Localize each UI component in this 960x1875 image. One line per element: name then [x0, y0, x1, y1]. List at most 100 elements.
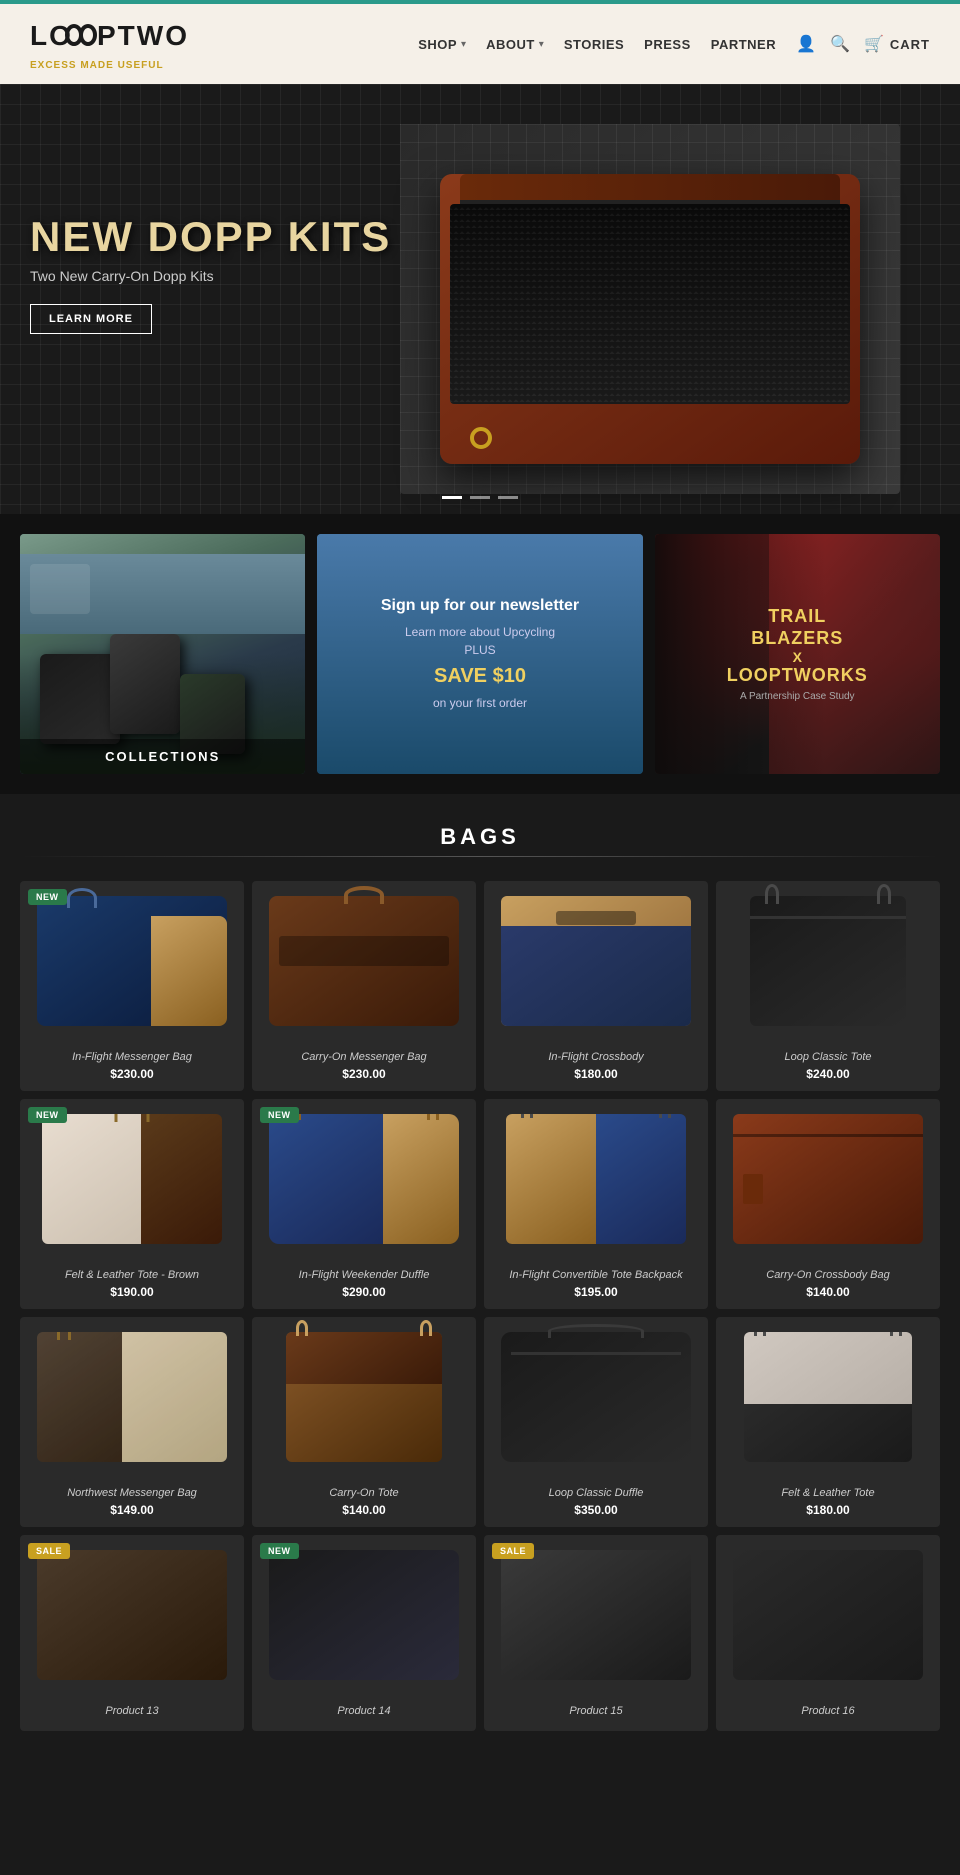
carousel-dot-3[interactable] — [498, 496, 518, 499]
nav-partner[interactable]: PARTNER — [711, 37, 776, 52]
cart-button[interactable]: 🛒 CART — [864, 34, 930, 54]
badge-sale-13: SALE — [28, 1543, 70, 1559]
product-price-9: $149.00 — [30, 1503, 234, 1517]
product-card-12[interactable]: Felt & Leather Tote $180.00 — [716, 1317, 940, 1527]
badge-new-1: NEW — [28, 889, 67, 905]
product-price-11: $350.00 — [494, 1503, 698, 1517]
badge-new-6: NEW — [260, 1107, 299, 1123]
product-image-15 — [484, 1535, 708, 1695]
partner-title-1: TRAIL BLAZERS — [726, 606, 869, 649]
product-card-3[interactable]: In-Flight Crossbody $180.00 — [484, 881, 708, 1091]
search-icon[interactable]: 🔍 — [830, 34, 850, 54]
hero-learn-more-button[interactable]: LEARN MORE — [30, 304, 152, 334]
bags-section-title: BAGS — [20, 824, 940, 850]
header-icons: 👤 🔍 🛒 CART — [796, 34, 930, 54]
product-info-7: In-Flight Convertible Tote Backpack $195… — [484, 1259, 708, 1309]
carousel-dot-2[interactable] — [470, 496, 490, 499]
product-image-8 — [716, 1099, 940, 1259]
nav-about[interactable]: ABOUT — [486, 37, 535, 52]
product-info-10: Carry-On Tote $140.00 — [252, 1477, 476, 1527]
svg-text:PTWORKS: PTWORKS — [97, 20, 190, 51]
product-image-6 — [252, 1099, 476, 1259]
newsletter-footer: on your first order — [381, 694, 579, 712]
product-price-4: $240.00 — [726, 1067, 930, 1081]
product-card-5[interactable]: NEW Felt & Leather Tote - Brown $190.00 — [20, 1099, 244, 1309]
cart-icon: 🛒 — [864, 34, 884, 54]
product-card-1[interactable]: NEW In-Flight Messenger Bag $230.00 — [20, 881, 244, 1091]
product-info-8: Carry-On Crossbody Bag $140.00 — [716, 1259, 940, 1309]
product-image-14 — [252, 1535, 476, 1695]
product-info-16: Product 16 — [716, 1695, 940, 1731]
product-info-11: Loop Classic Duffle $350.00 — [484, 1477, 708, 1527]
product-card-2[interactable]: Carry-On Messenger Bag $230.00 — [252, 881, 476, 1091]
product-info-15: Product 15 — [484, 1695, 708, 1731]
product-image-1 — [20, 881, 244, 1041]
product-name-6: In-Flight Weekender Duffle — [262, 1269, 466, 1281]
product-info-4: Loop Classic Tote $240.00 — [716, 1041, 940, 1091]
logo-subtitle: EXCESS MADE USEFUL — [30, 60, 190, 71]
product-info-13: Product 13 — [20, 1695, 244, 1731]
hero-title: NEW DOPP KITS — [30, 214, 391, 260]
product-image-5 — [20, 1099, 244, 1259]
product-card-8[interactable]: Carry-On Crossbody Bag $140.00 — [716, 1099, 940, 1309]
partner-trail-blazers: TRAIL BLAZERS — [751, 606, 843, 648]
product-price-2: $230.00 — [262, 1067, 466, 1081]
product-price-10: $140.00 — [262, 1503, 466, 1517]
product-image-4 — [716, 881, 940, 1041]
partner-x: X — [726, 649, 869, 665]
product-card-14[interactable]: NEW Product 14 — [252, 1535, 476, 1731]
nav-press[interactable]: PRESS — [644, 37, 691, 52]
product-price-12: $180.00 — [726, 1503, 930, 1517]
product-image-13 — [20, 1535, 244, 1695]
product-card-13[interactable]: SALE Product 13 — [20, 1535, 244, 1731]
product-image-16 — [716, 1535, 940, 1695]
product-card-15[interactable]: SALE Product 15 — [484, 1535, 708, 1731]
product-image-7 — [484, 1099, 708, 1259]
product-name-8: Carry-On Crossbody Bag — [726, 1269, 930, 1281]
badge-sale-15: SALE — [492, 1543, 534, 1559]
product-info-12: Felt & Leather Tote $180.00 — [716, 1477, 940, 1527]
user-icon[interactable]: 👤 — [796, 34, 816, 54]
cart-label: CART — [890, 37, 930, 52]
product-image-9 — [20, 1317, 244, 1477]
product-price-3: $180.00 — [494, 1067, 698, 1081]
nav-shop[interactable]: SHOP — [418, 37, 457, 52]
product-price-7: $195.00 — [494, 1285, 698, 1299]
product-name-9: Northwest Messenger Bag — [30, 1487, 234, 1499]
promo-partner[interactable]: TRAIL BLAZERS X LOOPTWORKS A Partnership… — [655, 534, 940, 774]
product-card-4[interactable]: Loop Classic Tote $240.00 — [716, 881, 940, 1091]
product-name-5: Felt & Leather Tote - Brown — [30, 1269, 234, 1281]
promo-newsletter[interactable]: Sign up for our newsletter Learn more ab… — [317, 534, 642, 774]
product-price-5: $190.00 — [30, 1285, 234, 1299]
promo-collections[interactable]: COLLECTIONS — [20, 534, 305, 774]
product-card-6[interactable]: NEW In-Flight Weekender Duffle $290.00 — [252, 1099, 476, 1309]
badge-new-14: NEW — [260, 1543, 299, 1559]
newsletter-title: Sign up for our newsletter — [381, 597, 579, 615]
product-info-1: In-Flight Messenger Bag $230.00 — [20, 1041, 244, 1091]
bags-section: BAGS NEW In-Flight Messenger Bag $230.00 — [0, 794, 960, 1761]
product-name-14: Product 14 — [262, 1705, 466, 1717]
partner-content: TRAIL BLAZERS X LOOPTWORKS A Partnership… — [726, 606, 869, 702]
product-card-7[interactable]: In-Flight Convertible Tote Backpack $195… — [484, 1099, 708, 1309]
product-price-6: $290.00 — [262, 1285, 466, 1299]
product-image-12 — [716, 1317, 940, 1477]
hero-carousel-dots — [442, 496, 518, 499]
nav-stories[interactable]: STORIES — [564, 37, 624, 52]
logo[interactable]: LO PTWORKS EXCESS MADE USEFUL — [30, 17, 190, 71]
product-image-10 — [252, 1317, 476, 1477]
logo-text: LO PTWORKS — [30, 17, 190, 60]
carousel-dot-1[interactable] — [442, 496, 462, 499]
product-name-13: Product 13 — [30, 1705, 234, 1717]
product-name-1: In-Flight Messenger Bag — [30, 1051, 234, 1063]
product-name-16: Product 16 — [726, 1705, 930, 1717]
product-info-5: Felt & Leather Tote - Brown $190.00 — [20, 1259, 244, 1309]
product-card-11[interactable]: Loop Classic Duffle $350.00 — [484, 1317, 708, 1527]
badge-new-5: NEW — [28, 1107, 67, 1123]
product-card-10[interactable]: Carry-On Tote $140.00 — [252, 1317, 476, 1527]
product-card-9[interactable]: Northwest Messenger Bag $149.00 — [20, 1317, 244, 1527]
product-name-15: Product 15 — [494, 1705, 698, 1717]
products-grid: NEW In-Flight Messenger Bag $230.00 — [20, 881, 940, 1731]
product-name-10: Carry-On Tote — [262, 1487, 466, 1499]
partner-brand: LOOPTWORKS — [726, 665, 869, 687]
product-card-16[interactable]: Product 16 — [716, 1535, 940, 1731]
